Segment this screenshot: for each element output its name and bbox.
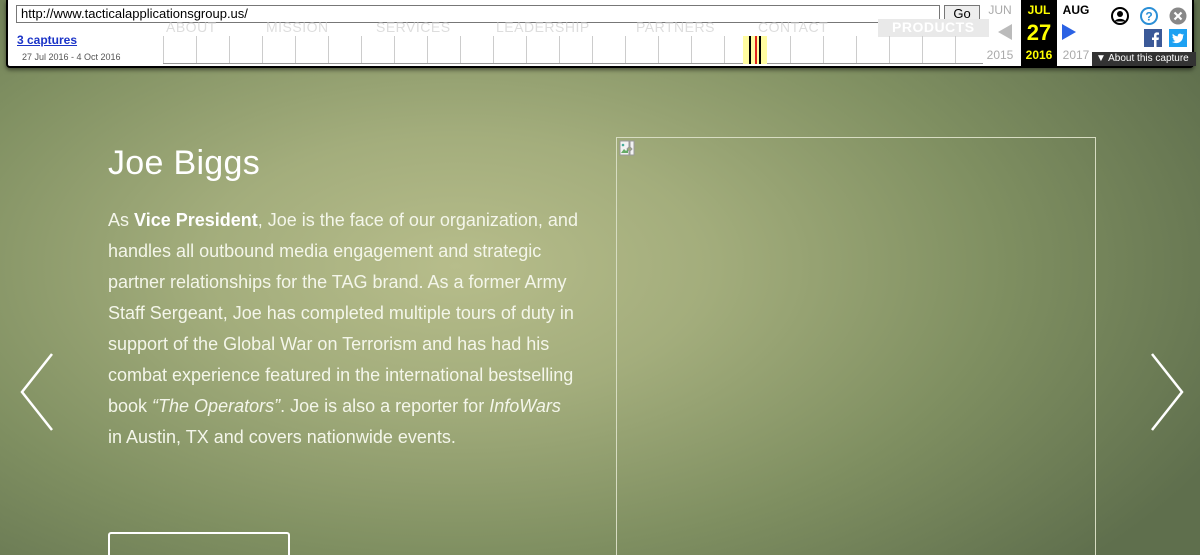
wayback-toolbar: http://www.tacticalapplicationsgroup.us/… xyxy=(6,0,1196,68)
about-capture-button[interactable]: ▼ About this capture xyxy=(1092,52,1196,66)
bio-paragraph: As Vice President, Joe is the face of ou… xyxy=(108,205,578,453)
current-day: 27 xyxy=(1026,20,1052,45)
svg-text:?: ? xyxy=(1145,10,1152,24)
ghost-nav-services: SERVICES xyxy=(376,19,451,35)
ghost-nav-mission: MISSION xyxy=(266,19,329,35)
person-name: Joe Biggs xyxy=(108,144,261,182)
captures-link[interactable]: 3 captures xyxy=(17,33,77,47)
ghost-nav-contact: CONTACT xyxy=(758,19,829,35)
account-icon[interactable] xyxy=(1111,7,1129,25)
read-more-button[interactable] xyxy=(108,532,290,555)
job-title: Vice President xyxy=(134,210,258,230)
prev-month[interactable]: JUN xyxy=(980,3,1020,17)
broken-image-icon xyxy=(619,140,635,156)
sparkline-capture-bar xyxy=(755,36,757,64)
chevron-left-icon[interactable] xyxy=(18,350,58,434)
outlet-name: InfoWars xyxy=(489,396,561,416)
current-month: JUL xyxy=(1027,3,1051,17)
prev-year[interactable]: 2015 xyxy=(980,48,1020,62)
help-icon[interactable]: ? xyxy=(1140,7,1158,25)
next-month[interactable]: AUG xyxy=(1056,3,1096,17)
profile-photo xyxy=(616,137,1096,555)
bio-intro: As xyxy=(108,210,135,230)
sparkline-capture-bar xyxy=(759,36,761,64)
calendar-navigator: JUN 2015 JUL 27 2016 AUG 2017 xyxy=(980,0,1100,68)
ghost-nav-partners: PARTNERS xyxy=(636,19,715,35)
next-year[interactable]: 2017 xyxy=(1056,48,1096,62)
ghost-site-nav: ABOUT MISSION SERVICES LEADERSHIP PARTNE… xyxy=(158,19,989,37)
next-capture-icon[interactable] xyxy=(1062,24,1076,40)
current-year: 2016 xyxy=(1025,48,1053,62)
bio-body-2: . Joe is also a reporter for xyxy=(280,396,490,416)
about-capture-label: About this capture xyxy=(1108,53,1189,64)
sparkline-capture-bar xyxy=(749,36,751,64)
book-title: “The Operators” xyxy=(152,396,281,416)
twitter-icon[interactable] xyxy=(1169,29,1187,47)
ghost-nav-about: ABOUT xyxy=(166,19,217,35)
chevron-right-icon[interactable] xyxy=(1146,350,1186,434)
bio-body-1: , Joe is the face of our organization, a… xyxy=(108,210,578,416)
facebook-icon[interactable] xyxy=(1144,29,1162,47)
bio-body-3: in Austin, TX and covers nationwide even… xyxy=(108,427,456,447)
current-capture: JUL 27 2016 xyxy=(1021,0,1057,66)
capture-sparkline[interactable] xyxy=(163,36,983,64)
capture-date-range: 27 Jul 2016 - 4 Oct 2016 xyxy=(22,52,121,62)
close-icon[interactable] xyxy=(1169,7,1187,25)
ghost-nav-leadership: LEADERSHIP xyxy=(496,19,590,35)
ghost-nav-products: PRODUCTS xyxy=(878,19,989,37)
prev-capture-icon[interactable] xyxy=(998,24,1012,40)
